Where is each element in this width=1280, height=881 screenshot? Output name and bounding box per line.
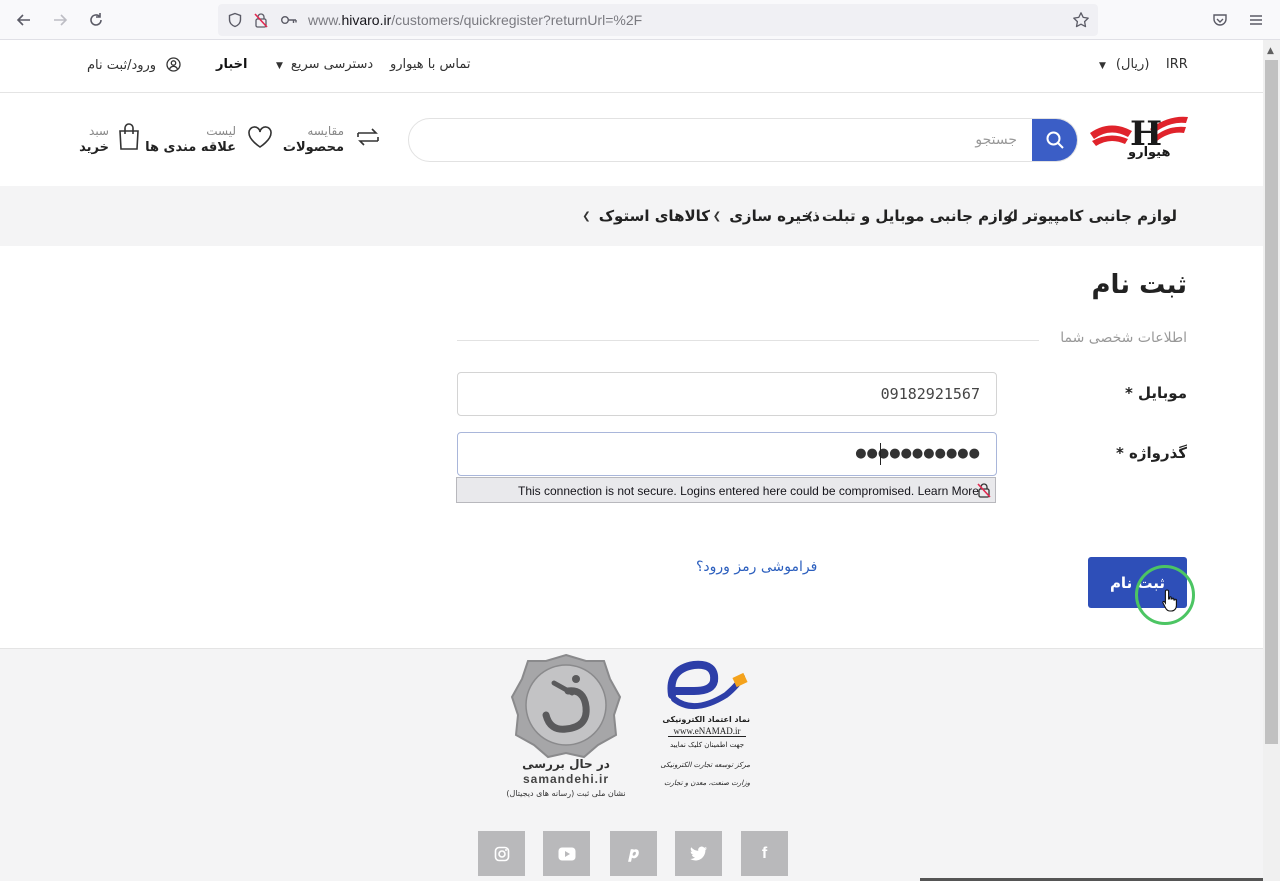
youtube-link[interactable] bbox=[543, 831, 590, 876]
enamad-ministry: وزارت صنعت، معدن و تجارت bbox=[663, 779, 750, 787]
top-bar: ▼ (ریال) IRR تماس با هیوارو ▼ دسترسی سریع … bbox=[0, 40, 1263, 93]
chevron-down-icon: ❯ bbox=[582, 210, 591, 222]
category-computer-accessories[interactable]: لوازم جانبی کامپیوتر ❯ bbox=[1007, 207, 1177, 225]
browser-toolbar: www.hivaro.ir/customers/quickregister?re… bbox=[0, 0, 1280, 40]
bookmark-star-icon[interactable] bbox=[1072, 11, 1090, 29]
currency-code: IRR bbox=[1165, 57, 1188, 72]
category-label: ذخیره سازی bbox=[729, 207, 820, 225]
password-input[interactable] bbox=[457, 432, 997, 476]
search-button[interactable] bbox=[1032, 119, 1077, 161]
chevron-down-icon: ▼ bbox=[1099, 61, 1106, 71]
enamad-title: نماد اعتماد الکترونیکی bbox=[662, 715, 750, 724]
register-button[interactable]: ثبت نام bbox=[1088, 557, 1187, 608]
search-icon bbox=[1046, 131, 1064, 149]
pinterest-icon: 𝒑 bbox=[628, 844, 639, 862]
login-link[interactable]: ورود/ثبت نام bbox=[87, 57, 181, 76]
section-title: اطلاعات شخصی شما bbox=[1060, 330, 1187, 346]
facebook-icon: f bbox=[761, 844, 768, 862]
mobile-label: موبایل * bbox=[1124, 384, 1187, 402]
shield-icon[interactable] bbox=[226, 11, 244, 29]
site-header: H هیوارو مقایسه محصولات لیست علاقه مندی … bbox=[0, 93, 1263, 186]
page-scrollbar[interactable]: ▲ bbox=[1263, 40, 1280, 881]
facebook-link[interactable]: f bbox=[741, 831, 788, 876]
samandehi-badge[interactable]: در حال بررسی samandehi.ir نشان ملی ثبت (… bbox=[506, 653, 626, 803]
category-nav: لوازم جانبی کامپیوتر ❯ لوازم جانبی موبایل… bbox=[0, 186, 1263, 246]
wishlist-label-top: لیست bbox=[206, 124, 236, 138]
forward-icon[interactable] bbox=[48, 8, 72, 32]
site-footer: در حال بررسی samandehi.ir نشان ملی ثبت (… bbox=[0, 648, 1263, 881]
cart-link[interactable]: سبد خرید bbox=[79, 121, 145, 161]
login-label: ورود/ثبت نام bbox=[87, 58, 157, 73]
back-icon[interactable] bbox=[12, 8, 36, 32]
category-label: کالاهای استوک bbox=[598, 207, 710, 225]
chevron-down-icon: ❯ bbox=[712, 210, 722, 222]
compare-icon bbox=[352, 121, 384, 153]
compare-label-top: مقایسه bbox=[307, 124, 344, 138]
page-title: ثبت نام bbox=[1091, 270, 1187, 300]
category-label: لوازم جانبی موبایل و تبلت bbox=[821, 207, 1018, 225]
twitter-link[interactable] bbox=[675, 831, 722, 876]
news-link[interactable]: اخبار bbox=[216, 57, 248, 72]
key-icon[interactable] bbox=[280, 11, 298, 29]
warning-message: This connection is not secure. Logins en… bbox=[518, 484, 979, 498]
site-logo[interactable]: H هیوارو bbox=[1088, 111, 1190, 167]
cart-label-bottom: خرید bbox=[79, 140, 109, 155]
category-stock-items[interactable]: کالاهای استوک ❯ bbox=[582, 207, 710, 225]
warning-text: This connection is not secure. Logins en… bbox=[518, 484, 915, 498]
learn-more-link[interactable]: Learn More bbox=[918, 484, 979, 498]
category-label: لوازم جانبی کامپیوتر bbox=[1023, 207, 1177, 225]
chevron-down-icon: ▼ bbox=[276, 61, 283, 71]
enamad-org: مرکز توسعه تجارت الکترونیکی bbox=[660, 761, 750, 769]
cart-label-top: سبد bbox=[89, 124, 109, 138]
enamad-domain: www.eNAMAD.ir bbox=[668, 726, 746, 737]
reload-icon[interactable] bbox=[84, 8, 108, 32]
heart-icon bbox=[244, 121, 276, 153]
insecure-lock-icon[interactable] bbox=[252, 11, 270, 29]
scroll-up-arrow-icon[interactable]: ▲ bbox=[1267, 46, 1274, 56]
currency-selector[interactable]: ▼ (ریال) IRR bbox=[1099, 57, 1188, 72]
pocket-icon[interactable] bbox=[1209, 9, 1231, 31]
menu-icon[interactable] bbox=[1245, 9, 1267, 31]
wishlist-label-bottom: علاقه مندی ها bbox=[145, 140, 236, 155]
samandehi-domain: samandehi.ir bbox=[522, 772, 610, 786]
enamad-logo-icon bbox=[667, 660, 748, 709]
instagram-link[interactable] bbox=[478, 831, 525, 876]
instagram-icon bbox=[494, 846, 509, 861]
scroll-thumb[interactable] bbox=[1265, 60, 1278, 744]
compare-products-link[interactable]: مقایسه محصولات bbox=[283, 121, 384, 161]
category-storage[interactable]: ذخیره سازی ❯ bbox=[713, 207, 820, 225]
samandehi-seal-icon bbox=[510, 653, 622, 759]
address-bar[interactable]: www.hivaro.ir/customers/quickregister?re… bbox=[218, 4, 1098, 36]
quick-access-label: دسترسی سریع bbox=[290, 57, 374, 72]
password-label: گذرواژه * bbox=[1115, 444, 1187, 462]
samandehi-status: در حال بررسی bbox=[522, 757, 610, 771]
youtube-icon bbox=[558, 847, 575, 860]
mobile-input[interactable] bbox=[457, 372, 997, 416]
insecure-login-warning: This connection is not secure. Logins en… bbox=[456, 477, 996, 503]
logo-text: هیوارو bbox=[1128, 145, 1171, 160]
section-divider bbox=[457, 340, 1039, 341]
category-mobile-accessories[interactable]: لوازم جانبی موبایل و تبلت ❯ bbox=[805, 207, 1018, 225]
compare-label-bottom: محصولات bbox=[282, 140, 344, 155]
shopping-bag-icon bbox=[113, 121, 145, 153]
url-text: www.hivaro.ir/customers/quickregister?re… bbox=[308, 12, 643, 28]
twitter-icon bbox=[689, 846, 707, 861]
enamad-hint: جهت اطمینان کلیک نمایید bbox=[669, 741, 745, 749]
search-input[interactable] bbox=[409, 119, 1033, 161]
currency-name: (ریال) bbox=[1115, 57, 1150, 72]
enamad-badge[interactable]: نماد اعتماد الکترونیکی www.eNAMAD.ir جهت… bbox=[660, 655, 754, 797]
samandehi-caption: نشان ملی ثبت (رسانه های دیجیتال) bbox=[506, 789, 626, 798]
insecure-lock-icon bbox=[976, 482, 992, 498]
forgot-password-link[interactable]: فراموشی رمز ورود؟ bbox=[696, 559, 817, 575]
contact-link[interactable]: تماس با هیوارو bbox=[390, 57, 470, 72]
quick-access-menu[interactable]: ▼ دسترسی سریع bbox=[276, 57, 373, 72]
pinterest-link[interactable]: 𝒑 bbox=[610, 831, 657, 876]
wishlist-link[interactable]: لیست علاقه مندی ها bbox=[145, 121, 276, 161]
user-icon bbox=[166, 57, 181, 76]
search-box bbox=[408, 118, 1078, 162]
